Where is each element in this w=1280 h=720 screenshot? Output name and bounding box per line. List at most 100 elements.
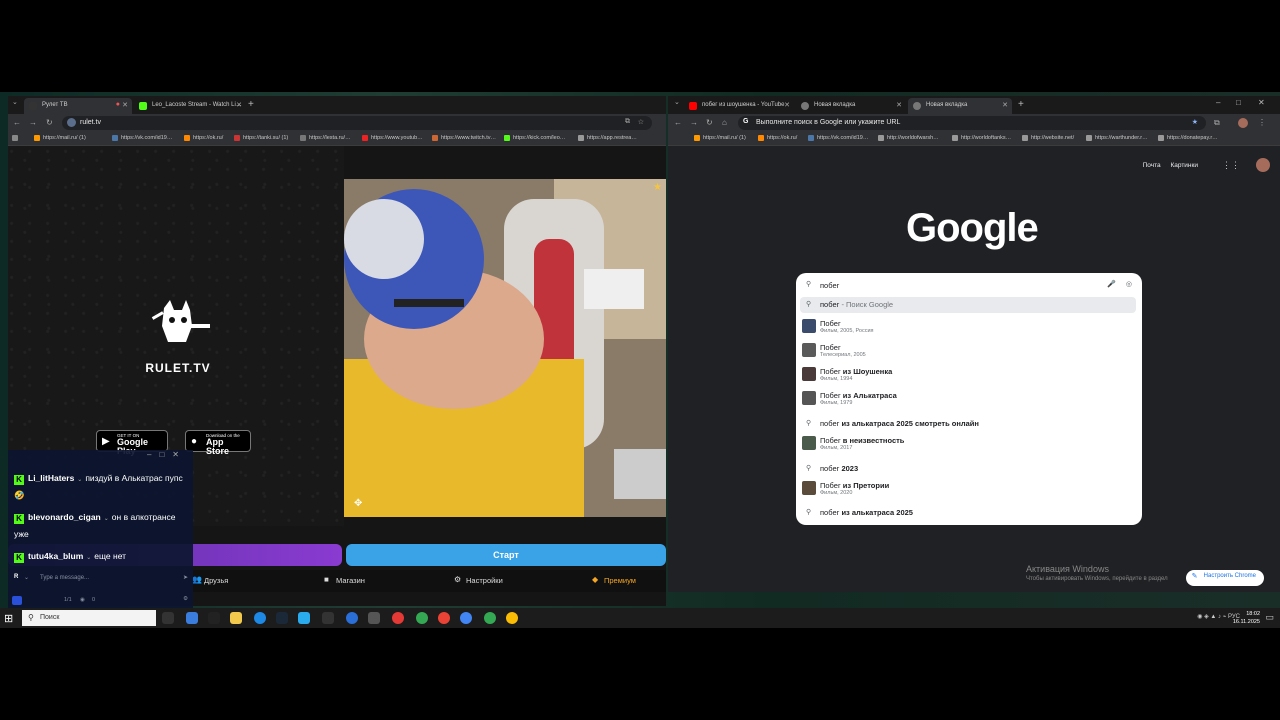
- nav-premium[interactable]: ◆ Премиум: [592, 575, 636, 585]
- notification-icon[interactable]: ▭: [1265, 612, 1274, 623]
- edge-icon[interactable]: [254, 612, 266, 624]
- start-button[interactable]: Старт: [346, 544, 666, 566]
- close-tab-icon[interactable]: ✕: [1002, 101, 1008, 109]
- profile-avatar[interactable]: [1238, 118, 1248, 128]
- tab-search-icon[interactable]: ⌄: [12, 98, 18, 106]
- bookmark[interactable]: http://worldofwarsh…: [878, 135, 939, 141]
- bookmark-star-icon[interactable]: ★: [1192, 118, 1198, 126]
- chat-window-controls[interactable]: –□✕: [147, 450, 187, 459]
- clock[interactable]: 18:02 16.11.2025: [1233, 610, 1260, 626]
- bookmark[interactable]: https://kick.com/leo…: [504, 135, 565, 141]
- chat-username[interactable]: Li_litHaters: [28, 473, 74, 483]
- suggestion-item[interactable]: Побег в неизвестность Фильм, 2017: [796, 436, 1142, 454]
- bookmark[interactable]: https://donatepay.r…: [1158, 135, 1218, 141]
- google-play-button[interactable]: ▶ GET IT ON Google Play: [96, 430, 168, 456]
- nav-friends[interactable]: 👥 Друзья: [192, 575, 228, 585]
- chevron-down-icon[interactable]: ⌄: [86, 555, 91, 561]
- bookmark[interactable]: https://tanki.su/ (1): [234, 135, 288, 141]
- app-icon[interactable]: [208, 612, 220, 624]
- app-icon[interactable]: [298, 612, 310, 624]
- suggestion-item[interactable]: ⚲ побег из алькатраса 2025: [796, 507, 1142, 525]
- reload-icon[interactable]: ↻: [46, 118, 53, 127]
- suggestion-item[interactable]: Побег Фильм, 2005, Россия: [796, 319, 1142, 337]
- back-icon[interactable]: ←: [13, 118, 21, 127]
- bookmark[interactable]: https://mail.ru/ (1): [34, 135, 86, 141]
- close-window-icon[interactable]: ✕: [1258, 98, 1265, 107]
- forward-icon[interactable]: →: [29, 118, 37, 127]
- windows-start-icon[interactable]: ⊞: [4, 612, 13, 625]
- tab-new-2[interactable]: Новая вкладка ✕: [908, 98, 1012, 114]
- tab-new-1[interactable]: Новая вкладка ✕: [796, 98, 906, 114]
- suggestion-item[interactable]: ⚲ побег 2023: [796, 463, 1142, 481]
- suggestion-item[interactable]: Побег из Претории Фильм, 2020: [796, 481, 1142, 499]
- close-tab-icon[interactable]: ✕: [896, 101, 902, 109]
- bookmark[interactable]: https://vk.com/id19…: [808, 135, 868, 141]
- bookmark[interactable]: https://app.restrea…: [578, 135, 637, 141]
- minimize-icon[interactable]: –: [1216, 98, 1220, 107]
- settings-gear-icon[interactable]: ⚙: [183, 596, 188, 602]
- chevron-down-icon[interactable]: ⌄: [104, 516, 109, 522]
- home-icon[interactable]: ⌂: [722, 118, 727, 127]
- app-icon[interactable]: [392, 612, 404, 624]
- close-tab-icon[interactable]: ✕: [784, 101, 790, 109]
- chat-input[interactable]: R ⌄ Type a message... ➤: [12, 574, 190, 588]
- tab-kick-stream[interactable]: Leo_Lacoste Stream - Watch Li… ✕: [134, 98, 246, 114]
- new-tab-button[interactable]: +: [1018, 99, 1024, 110]
- mic-icon[interactable]: 🎤: [1107, 280, 1116, 288]
- bookmark[interactable]: https://mail.ru/ (1): [694, 135, 746, 141]
- customize-chrome-button[interactable]: ✎ Настроить Chrome: [1185, 570, 1264, 586]
- google-apps-icon[interactable]: ⋮⋮: [1222, 160, 1240, 171]
- app-icon[interactable]: [368, 612, 380, 624]
- site-info-icon[interactable]: [67, 118, 76, 127]
- address-bar[interactable]: G Выполните поиск в Google или укажите U…: [738, 116, 1206, 130]
- chevron-down-icon[interactable]: ⌄: [77, 477, 82, 483]
- chrome-icon[interactable]: [506, 612, 518, 624]
- bookmark[interactable]: http://worldoftanks…: [952, 135, 1011, 141]
- close-tab-icon[interactable]: ✕: [236, 101, 242, 109]
- chat-username[interactable]: tutu4ka_blum: [28, 551, 83, 561]
- file-explorer-icon[interactable]: [230, 612, 242, 624]
- lens-icon[interactable]: ◎: [1126, 280, 1132, 288]
- back-icon[interactable]: ←: [674, 118, 682, 127]
- chevron-down-icon[interactable]: ⌄: [24, 574, 29, 581]
- app-icon[interactable]: [346, 612, 358, 624]
- move-icon[interactable]: ✥: [354, 498, 362, 509]
- address-bar[interactable]: rulet.tv ⧉ ☆: [62, 116, 652, 130]
- tab-search-icon[interactable]: ⌄: [674, 98, 680, 106]
- chrome-icon[interactable]: [416, 612, 428, 624]
- taskbar-search[interactable]: ⚲ Поиск: [22, 610, 156, 626]
- new-tab-button[interactable]: +: [248, 99, 254, 110]
- images-link[interactable]: Картинки: [1170, 162, 1198, 169]
- app-icon[interactable]: [186, 612, 198, 624]
- suggestion-item[interactable]: ⚲ побег - Поиск Google: [796, 299, 1142, 317]
- bookmark[interactable]: http://website.net/: [1022, 135, 1074, 141]
- forward-icon[interactable]: →: [690, 118, 698, 127]
- suggestion-item[interactable]: ⚲ побег из алькатраса 2025 смотреть онлай…: [796, 418, 1142, 436]
- bookmark[interactable]: https://www.youtub…: [362, 135, 423, 141]
- bookmark[interactable]: https://lesta.ru/…: [300, 135, 351, 141]
- maximize-icon[interactable]: □: [1236, 98, 1241, 107]
- bookmark[interactable]: https://vk.com/id19…: [112, 135, 172, 141]
- app-icon[interactable]: [322, 612, 334, 624]
- chrome-icon[interactable]: [438, 612, 450, 624]
- install-icon[interactable]: ⧉: [625, 118, 630, 126]
- menu-dots-icon[interactable]: ⋮: [1258, 118, 1266, 127]
- mail-link[interactable]: Почта: [1143, 162, 1161, 169]
- extensions-icon[interactable]: ⧉: [1214, 118, 1220, 128]
- favorite-star-icon[interactable]: ★: [653, 182, 662, 193]
- bookmark[interactable]: https://ok.ru/: [184, 135, 223, 141]
- chat-username[interactable]: blevonardo_cigan: [28, 512, 101, 522]
- search-input[interactable]: побег: [820, 281, 839, 290]
- close-tab-icon[interactable]: ✕: [122, 101, 128, 109]
- nav-settings[interactable]: ⚙ Настройки: [454, 575, 503, 585]
- suggestion-item[interactable]: Побег Телесериал, 2005: [796, 343, 1142, 361]
- tab-rulet[interactable]: Рулет ТВ ● ✕: [24, 98, 132, 114]
- webcam-video[interactable]: ★ ✥: [344, 179, 666, 517]
- steam-icon[interactable]: [276, 612, 288, 624]
- bookmark-star-icon[interactable]: ☆: [638, 118, 644, 126]
- task-view-icon[interactable]: [162, 612, 174, 624]
- chrome-icon[interactable]: [460, 612, 472, 624]
- nav-shop[interactable]: ■ Магазин: [324, 575, 365, 585]
- tab-youtube[interactable]: побег из шоушенка - YouTube ✕: [684, 98, 794, 114]
- google-account-avatar[interactable]: [1256, 158, 1270, 172]
